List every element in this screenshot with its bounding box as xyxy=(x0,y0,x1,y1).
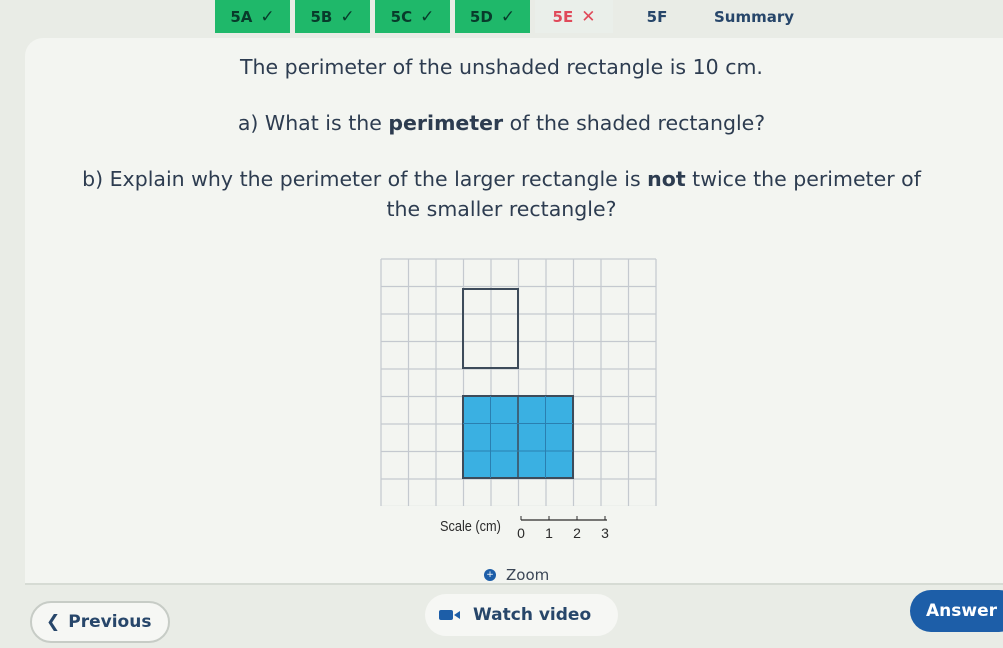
tab-label: 5C xyxy=(390,7,413,26)
scale-tick-label: 2 xyxy=(573,525,581,541)
question-intro: The perimeter of the unshaded rectangle … xyxy=(240,55,763,79)
scale-tick-label: 3 xyxy=(601,525,609,541)
tab-label: 5B xyxy=(310,7,333,26)
answer-button[interactable]: Answer xyxy=(910,590,1003,632)
rectangle-diagram xyxy=(380,258,662,506)
step-tab-bar: 5A ✓ 5B ✓ 5C ✓ 5D ✓ 5E ✕ 5F Summary xyxy=(0,0,1003,36)
tab-5b[interactable]: 5B ✓ xyxy=(295,0,370,33)
tab-5f[interactable]: 5F xyxy=(618,0,696,33)
question-part-a: a) What is the perimeter of the shaded r… xyxy=(0,108,1003,138)
check-icon: ✓ xyxy=(420,6,435,27)
watch-video-label: Watch video xyxy=(473,605,592,625)
scale-tick-label: 1 xyxy=(545,525,553,541)
previous-label: Previous xyxy=(68,612,152,632)
check-icon: ✓ xyxy=(500,6,516,27)
scale-ruler: 0 1 2 3 xyxy=(517,516,609,541)
part-b-bold: not xyxy=(647,167,686,191)
zoom-button[interactable]: + Zoom xyxy=(484,566,549,584)
part-a-prefix: a) What is the xyxy=(237,111,389,135)
part-a-suffix: of the shaded rectangle? xyxy=(503,111,766,135)
tab-label: 5E xyxy=(552,7,574,26)
question-part-b-line1: b) Explain why the perimeter of the larg… xyxy=(0,164,1003,194)
scale-label: Scale (cm) xyxy=(440,518,501,535)
tab-label: 5D xyxy=(469,7,493,26)
chevron-left-icon: ❮ xyxy=(46,612,61,632)
tab-label: Summary xyxy=(713,7,795,26)
answer-label: Answer xyxy=(926,601,997,621)
part-b-prefix: b) Explain why the perimeter of the larg… xyxy=(82,167,648,191)
tab-summary[interactable]: Summary xyxy=(700,0,808,33)
check-icon: ✓ xyxy=(260,6,275,27)
tab-5d[interactable]: 5D ✓ xyxy=(455,0,530,33)
zoom-icon: + xyxy=(484,569,496,581)
tab-5c[interactable]: 5C ✓ xyxy=(375,0,450,33)
square-grid xyxy=(380,258,657,506)
part-a-bold: perimeter xyxy=(388,111,504,135)
previous-button[interactable]: ❮ Previous xyxy=(30,601,170,643)
watch-video-button[interactable]: Watch video xyxy=(425,594,618,636)
tab-5a[interactable]: 5A ✓ xyxy=(215,0,290,33)
question-part-b-line2: the smaller rectangle? xyxy=(386,197,617,221)
check-icon: ✓ xyxy=(340,6,355,27)
scale-tick-label: 0 xyxy=(517,525,525,541)
tab-label: 5F xyxy=(646,7,668,26)
part-b-suffix: twice the perimeter of xyxy=(685,167,921,191)
zoom-label: Zoom xyxy=(506,566,550,584)
cross-icon: ✕ xyxy=(581,6,596,27)
tab-5e[interactable]: 5E ✕ xyxy=(535,0,613,33)
tab-label: 5A xyxy=(230,7,253,26)
footer-divider xyxy=(25,583,1003,585)
video-camera-icon xyxy=(439,610,460,620)
